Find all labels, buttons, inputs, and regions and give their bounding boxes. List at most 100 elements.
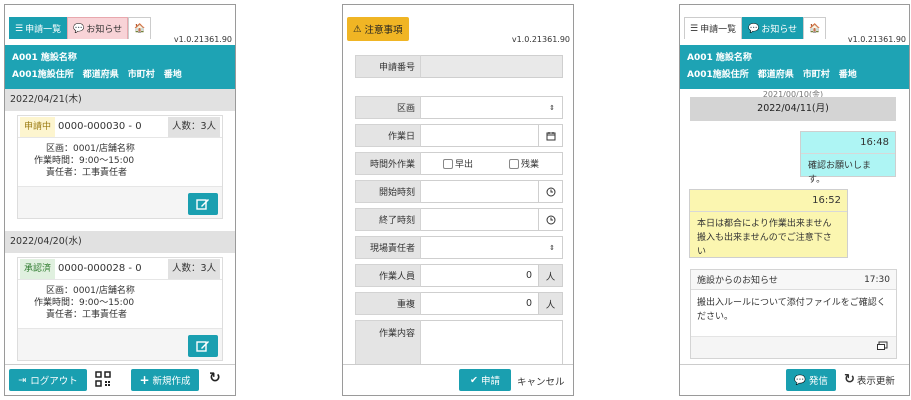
work-content-row: 作業内容 [355, 320, 563, 370]
comments-icon: 💬 [748, 23, 760, 34]
manager-text: 責任者：工事責任者 [46, 168, 128, 178]
site-manager-select[interactable]: ⇕ [421, 236, 563, 259]
tab-application-list-label: 申請一覧 [25, 25, 62, 35]
tab-application-list[interactable]: ☰ 申請一覧 [684, 17, 743, 39]
application-number-field [421, 55, 563, 78]
version-label: v1.0.21361.90 [847, 35, 906, 44]
work-time-text: 作業時間：9:00〜15:00 [34, 298, 135, 308]
tab-notices[interactable]: 💬 お知らせ [67, 17, 129, 39]
facility-notice: 施設からのお知らせ 17:30 搬出入ルールについて添付ファイルをご確認く ださ… [690, 269, 897, 359]
application-number: 0000-000028 - 0 [58, 263, 142, 274]
duplicate-input[interactable]: 0 [421, 292, 539, 315]
bottom-toolbar: ⇥ ログアウト + 新規作成 ↻ [5, 364, 235, 395]
notice-title: 施設からのお知らせ [697, 276, 778, 286]
tab-notices-label: お知らせ [86, 25, 123, 35]
notices-screen: ☰ 申請一覧 💬 お知らせ 🏠 v1.0.21361.90 A001 施設名称 … [679, 4, 910, 396]
tab-bar: ☰ 申請一覧 💬 お知らせ 🏠 [684, 17, 827, 39]
application-card[interactable]: 申請中 0000-000030 - 0 人数：3人 区画：0001/店舗名称 作… [17, 115, 223, 219]
workers-input[interactable]: 0 [421, 264, 539, 287]
received-message: 16:52 本日は都合により作業出来ません 搬入も出来ませんのでご注意下さい [689, 189, 848, 258]
version-label: v1.0.21361.90 [511, 35, 570, 44]
date-header: 2022/04/20(水) [5, 231, 235, 253]
end-time-input[interactable] [421, 208, 539, 231]
workers-value: 0 [525, 270, 532, 281]
address-street: 番地 [163, 70, 182, 80]
tab-notices[interactable]: 💬 お知らせ [742, 17, 804, 39]
message-body-line: 搬入も出来ませんのでご注意下さい [697, 233, 832, 257]
logout-icon: ⇥ [18, 374, 27, 386]
logout-button[interactable]: ⇥ ログアウト [9, 369, 87, 391]
list-icon: ☰ [15, 23, 24, 34]
start-time-label: 開始時刻 [355, 180, 421, 203]
application-list-screen: ☰ 申請一覧 💬 お知らせ 🏠 v1.0.21361.90 A001 施設名称 … [4, 4, 236, 396]
edit-button[interactable] [188, 193, 218, 215]
tab-application-list[interactable]: ☰ 申請一覧 [9, 17, 68, 39]
calendar-icon[interactable] [539, 124, 563, 147]
home-icon: 🏠 [809, 23, 821, 34]
work-date-label: 作業日 [355, 124, 421, 147]
start-time-row: 開始時刻 [355, 180, 563, 203]
tab-home[interactable]: 🏠 [803, 17, 827, 39]
edit-button[interactable] [188, 335, 218, 357]
duplicate-value: 0 [525, 298, 532, 309]
edit-icon [196, 341, 209, 352]
facility-address: A001施設住所 都道府県 市町村 番地 [12, 67, 228, 84]
select-caret-icon: ⇕ [549, 103, 555, 112]
message-time: 16:48 [801, 132, 895, 154]
address-facility: A001施設住所 [687, 70, 749, 80]
application-number-row: 申請番号 [355, 55, 563, 78]
warning-icon: ⚠ [353, 23, 362, 35]
duplicate-row: 重複 0 人 [355, 292, 563, 315]
new-application-button[interactable]: + 新規作成 [131, 369, 199, 391]
precautions-button[interactable]: ⚠ 注意事項 [347, 17, 409, 41]
new-application-label: 新規作成 [152, 376, 191, 387]
edit-icon [196, 199, 209, 210]
refresh-icon[interactable]: ↻ [209, 370, 221, 386]
send-label: 発信 [808, 376, 828, 387]
refresh-icon: ↻ [844, 372, 855, 387]
address-city: 市町村 [802, 70, 830, 80]
tab-application-list-label: 申請一覧 [700, 25, 737, 35]
clock-icon[interactable] [539, 180, 563, 203]
late-checkbox[interactable]: 残業 [509, 157, 539, 170]
attachment-icon[interactable] [876, 341, 888, 355]
work-time-text: 作業時間：9:00〜15:00 [34, 156, 135, 166]
message-time: 16:52 [690, 190, 847, 212]
application-card[interactable]: 承認済 0000-000028 - 0 人数：3人 区画：0001/店舗名称 作… [17, 257, 223, 361]
work-date-row: 作業日 [355, 124, 563, 147]
facility-address: A001施設住所 都道府県 市町村 番地 [687, 67, 902, 84]
sent-message: 16:48 確認お願いします。 [800, 131, 896, 185]
overtime-row: 時間外作業 早出 残業 [355, 152, 563, 175]
area-select[interactable]: ⇕ [421, 96, 563, 119]
area-label: 区画 [355, 96, 421, 119]
manager-text: 責任者：工事責任者 [46, 310, 128, 320]
date-header: 2022/04/21(木) [5, 89, 235, 111]
early-checkbox[interactable]: 早出 [443, 157, 473, 170]
qr-code-icon[interactable] [95, 371, 111, 387]
submit-button[interactable]: ✔ 申請 [459, 369, 511, 391]
address-facility: A001施設住所 [12, 70, 74, 80]
workers-label: 作業人員 [355, 264, 421, 287]
refresh-button[interactable]: ↻ 表示更新 [844, 372, 895, 387]
home-icon: 🏠 [134, 23, 146, 34]
plus-icon: + [139, 373, 150, 387]
notice-body-line: 搬出入ルールについて添付ファイルをご確認く [697, 298, 886, 308]
address-prefecture: 都道府県 [757, 70, 794, 80]
application-number-label: 申請番号 [355, 55, 421, 78]
early-label: 早出 [455, 160, 474, 170]
people-count: 人数：3人 [167, 116, 220, 137]
start-time-input[interactable] [421, 180, 539, 203]
application-form-screen: ⚠ 注意事項 v1.0.21361.90 申請番号 区画 ⇕ 作業日 時間外作業… [342, 4, 574, 396]
work-date-input[interactable] [421, 124, 539, 147]
tab-home[interactable]: 🏠 [128, 17, 152, 39]
site-manager-row: 現場責任者 ⇕ [355, 236, 563, 259]
send-button[interactable]: 💬 発信 [786, 369, 836, 391]
select-caret-icon: ⇕ [549, 243, 555, 252]
tab-bar: ☰ 申請一覧 💬 お知らせ 🏠 [9, 17, 152, 39]
area-text: 区画：0001/店舗名称 [46, 144, 135, 154]
area-text: 区画：0001/店舗名称 [46, 286, 135, 296]
cancel-button[interactable]: キャンセル [517, 374, 565, 388]
clock-icon[interactable] [539, 208, 563, 231]
overtime-label: 時間外作業 [355, 152, 421, 175]
work-content-textarea[interactable] [421, 320, 563, 370]
